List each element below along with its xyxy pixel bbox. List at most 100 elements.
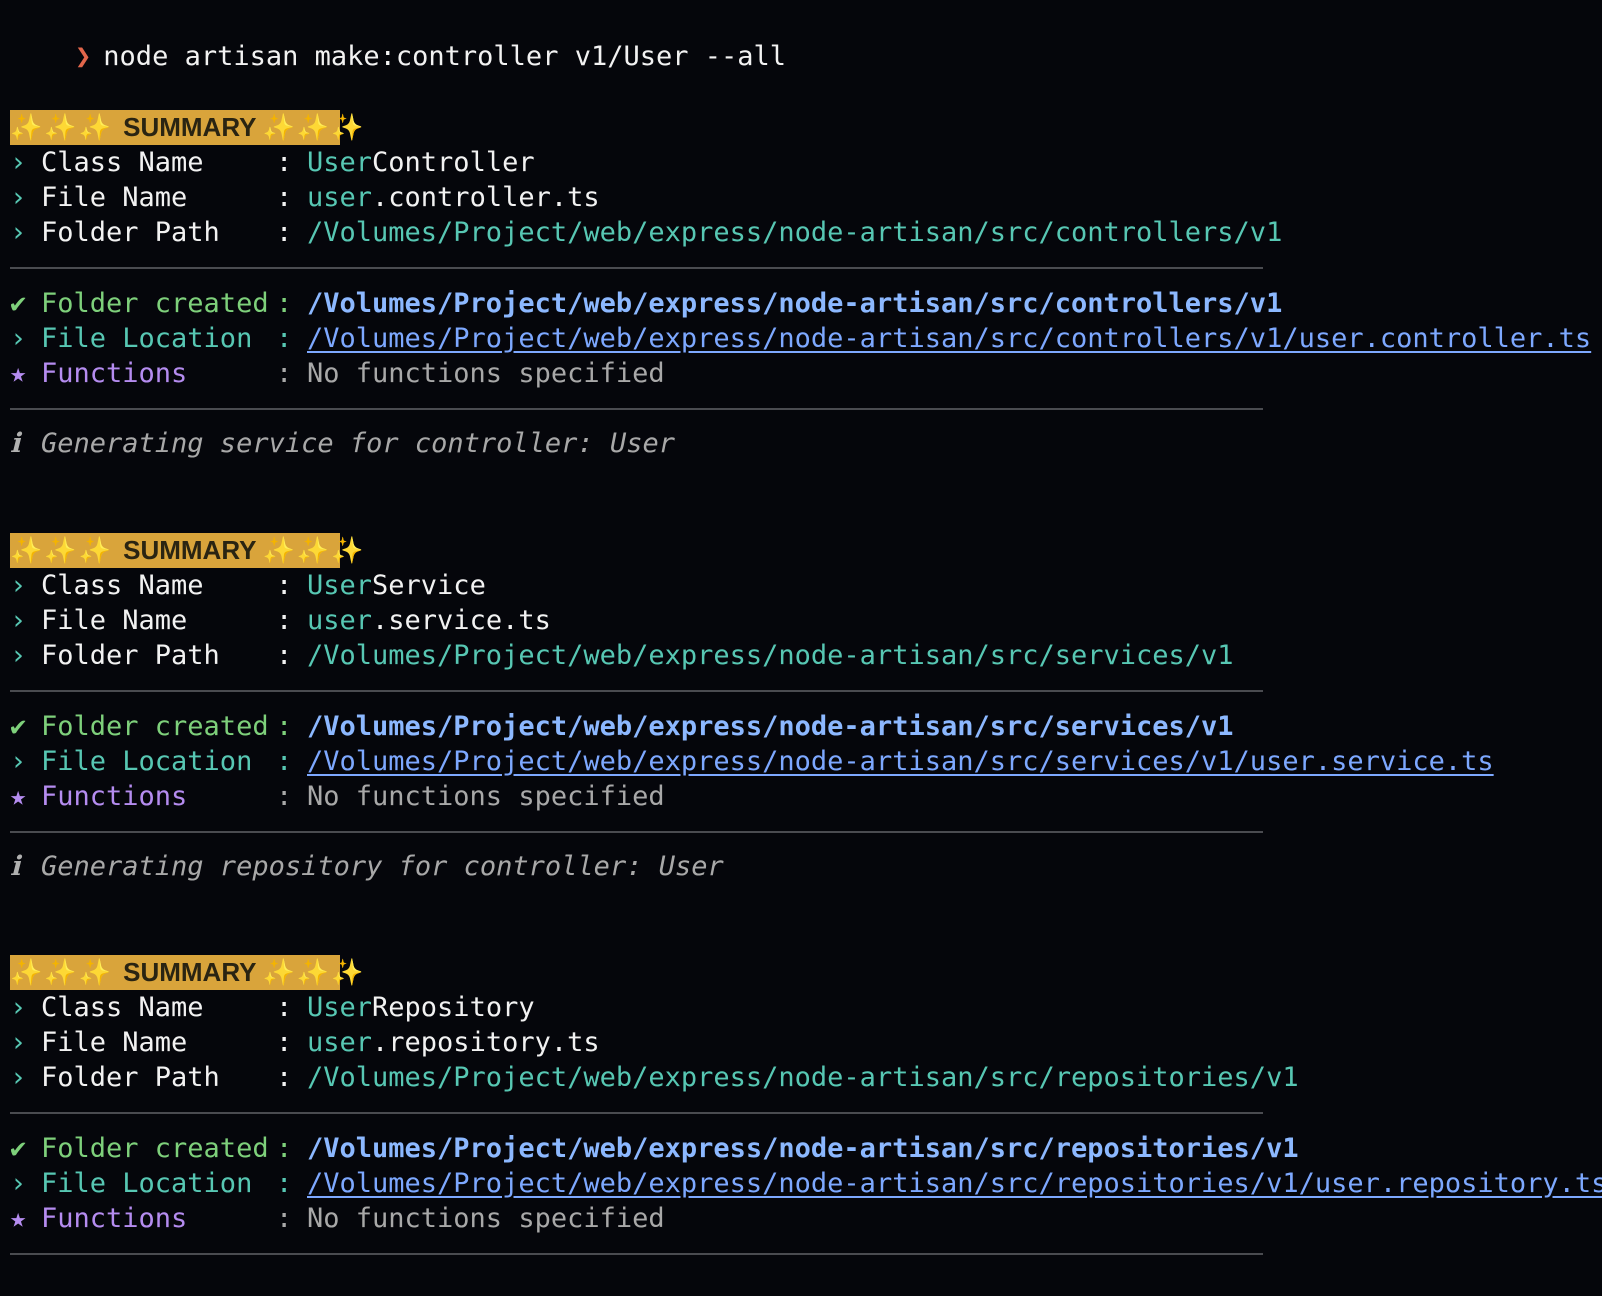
file-name-label: File Name xyxy=(41,605,188,636)
chevron-right-icon: › xyxy=(10,746,27,777)
file-name-suffix: .controller.ts xyxy=(372,182,600,213)
separator-colon: : xyxy=(276,1168,293,1199)
sparkles-icon: ✨✨✨ xyxy=(10,957,114,987)
file-location-link[interactable]: /Volumes/Project/web/express/node-artisa… xyxy=(307,746,1494,777)
folder-path-label: Folder Path xyxy=(41,1062,220,1093)
sparkles-icon: ✨✨✨ xyxy=(10,535,114,565)
file-name-suffix: .service.ts xyxy=(372,605,551,636)
separator-colon: : xyxy=(276,217,293,248)
folder-created-value: /Volumes/Project/web/express/node-artisa… xyxy=(307,288,1283,319)
file-name-suffix: .repository.ts xyxy=(372,1027,600,1058)
file-name-prefix: user xyxy=(307,1027,373,1058)
file-name-row: › File Name: user.repository.ts xyxy=(10,1025,600,1060)
folder-created-label: Folder created xyxy=(41,711,269,742)
functions-label: Functions xyxy=(41,358,188,389)
folder-created-label: Folder created xyxy=(41,1133,269,1164)
separator-colon: : xyxy=(276,1133,293,1164)
file-location-label: File Location xyxy=(41,746,253,777)
file-name-prefix: user xyxy=(307,182,373,213)
class-name-label: Class Name xyxy=(41,147,204,178)
folder-created-value: /Volumes/Project/web/express/node-artisa… xyxy=(307,1133,1299,1164)
chevron-right-icon: › xyxy=(10,1027,27,1058)
info-message: Generating service for controller: User xyxy=(41,428,675,459)
info-message: Generating repository for controller: Us… xyxy=(41,851,724,882)
file-location-label: File Location xyxy=(41,323,253,354)
file-location-link[interactable]: /Volumes/Project/web/express/node-artisa… xyxy=(307,1168,1602,1199)
functions-value: No functions specified xyxy=(307,1203,665,1234)
file-location-label: File Location xyxy=(41,1168,253,1199)
separator-colon: : xyxy=(276,711,293,742)
command-prompt-line[interactable]: ❯ node artisan make:controller v1/User --… xyxy=(10,4,786,72)
chevron-right-icon: › xyxy=(10,605,27,636)
separator-colon: : xyxy=(276,781,293,812)
class-name-suffix: Service xyxy=(372,570,486,601)
file-location-link[interactable]: /Volumes/Project/web/express/node-artisa… xyxy=(307,323,1591,354)
file-name-prefix: user xyxy=(307,605,373,636)
file-name-label: File Name xyxy=(41,1027,188,1058)
separator-colon: : xyxy=(276,605,293,636)
chevron-right-icon: › xyxy=(10,1168,27,1199)
class-name-suffix: Controller xyxy=(372,147,535,178)
check-icon: ✔ xyxy=(10,1133,27,1164)
functions-value: No functions specified xyxy=(307,358,665,389)
divider xyxy=(10,267,1263,269)
sparkles-icon: ✨✨✨ xyxy=(10,112,114,142)
divider xyxy=(10,1253,1263,1255)
chevron-right-icon: › xyxy=(10,570,27,601)
terminal-window: ❯ node artisan make:controller v1/User --… xyxy=(0,0,1602,1296)
functions-row: ★ Functions: No functions specified xyxy=(10,779,665,814)
separator-colon: : xyxy=(276,323,293,354)
folder-path-value: /Volumes/Project/web/express/node-artisa… xyxy=(307,640,1234,671)
folder-path-value: /Volumes/Project/web/express/node-artisa… xyxy=(307,217,1283,248)
separator-colon: : xyxy=(276,570,293,601)
divider xyxy=(10,831,1263,833)
prompt-arrow-icon: ❯ xyxy=(75,41,92,72)
summary-badge: ✨✨✨ SUMMARY ✨✨✨ xyxy=(10,533,364,568)
separator-colon: : xyxy=(276,288,293,319)
sparkles-icon: ✨✨✨ xyxy=(262,112,366,142)
functions-row: ★ Functions: No functions specified xyxy=(10,356,665,391)
info-message-row: ℹ Generating repository for controller: U… xyxy=(10,849,724,884)
star-icon: ★ xyxy=(10,781,27,812)
folder-created-row: ✔ Folder created: /Volumes/Project/web/exp… xyxy=(10,286,1282,321)
chevron-right-icon: › xyxy=(10,640,27,671)
chevron-right-icon: › xyxy=(10,147,27,178)
sparkles-icon: ✨✨✨ xyxy=(262,957,366,987)
info-icon: ℹ xyxy=(10,851,21,882)
check-icon: ✔ xyxy=(10,711,27,742)
class-name-suffix: Repository xyxy=(372,992,535,1023)
functions-row: ★ Functions: No functions specified xyxy=(10,1201,665,1236)
chevron-right-icon: › xyxy=(10,182,27,213)
separator-colon: : xyxy=(276,182,293,213)
separator-colon: : xyxy=(276,1027,293,1058)
file-location-row: › File Location: /Volumes/Project/web/expr… xyxy=(10,744,1494,779)
folder-path-row: › Folder Path: /Volumes/Project/web/expres… xyxy=(10,1060,1299,1095)
chevron-right-icon: › xyxy=(10,1062,27,1093)
sparkles-icon: ✨✨✨ xyxy=(262,535,366,565)
check-icon: ✔ xyxy=(10,288,27,319)
functions-value: No functions specified xyxy=(307,781,665,812)
folder-path-row: › Folder Path: /Volumes/Project/web/expres… xyxy=(10,215,1282,250)
divider xyxy=(10,1112,1263,1114)
file-name-row: › File Name: user.service.ts xyxy=(10,603,551,638)
separator-colon: : xyxy=(276,992,293,1023)
folder-path-row: › Folder Path: /Volumes/Project/web/expres… xyxy=(10,638,1234,673)
separator-colon: : xyxy=(276,1062,293,1093)
separator-colon: : xyxy=(276,746,293,777)
class-name-label: Class Name xyxy=(41,570,204,601)
command-text: node artisan make:controller v1/User --a… xyxy=(103,41,787,72)
star-icon: ★ xyxy=(10,358,27,389)
divider xyxy=(10,408,1263,410)
divider xyxy=(10,690,1263,692)
class-name-prefix: User xyxy=(307,992,373,1023)
summary-badge: ✨✨✨ SUMMARY ✨✨✨ xyxy=(10,110,364,145)
summary-label: SUMMARY xyxy=(123,112,257,142)
chevron-right-icon: › xyxy=(10,217,27,248)
class-name-prefix: User xyxy=(307,147,373,178)
separator-colon: : xyxy=(276,640,293,671)
summary-label: SUMMARY xyxy=(123,957,257,987)
file-name-row: › File Name: user.controller.ts xyxy=(10,180,600,215)
folder-path-label: Folder Path xyxy=(41,640,220,671)
file-name-label: File Name xyxy=(41,182,188,213)
folder-created-row: ✔ Folder created: /Volumes/Project/web/exp… xyxy=(10,709,1234,744)
